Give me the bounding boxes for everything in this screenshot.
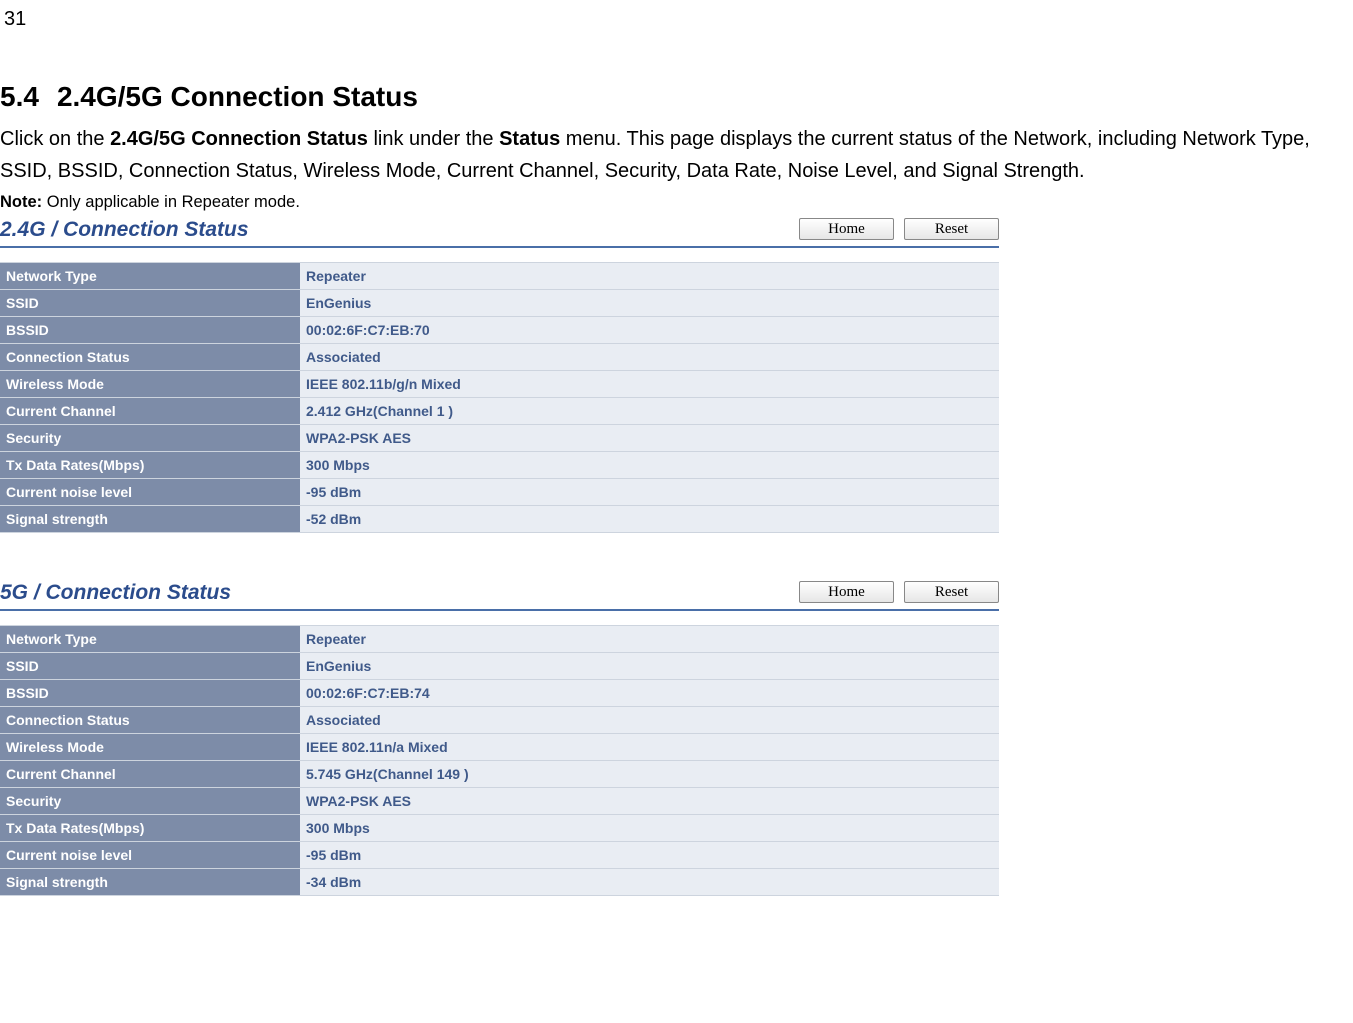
row-key: Current noise level [0,842,300,869]
table-row: Tx Data Rates(Mbps)300 Mbps [0,452,999,479]
table-row: SecurityWPA2-PSK AES [0,788,999,815]
row-key: Network Type [0,263,300,290]
row-val: Repeater [300,626,999,653]
row-val: Repeater [300,263,999,290]
table-row: Current Channel5.745 GHz(Channel 149 ) [0,761,999,788]
section-number: 5.4 [0,81,39,112]
button-group: Home Reset [799,581,999,605]
row-key: Current Channel [0,398,300,425]
row-val: Associated [300,344,999,371]
note-label: Note: [0,193,42,211]
status-table-5g: Network TypeRepeater SSIDEnGenius BSSID0… [0,625,999,896]
table-row: Current Channel2.412 GHz(Channel 1 ) [0,398,999,425]
intro-mid: link under the [368,128,499,150]
row-val: -95 dBm [300,479,999,506]
panel-5g: 5G / Connection Status Home Reset Networ… [0,581,999,896]
table-row: Wireless ModeIEEE 802.11n/a Mixed [0,734,999,761]
reset-button[interactable]: Reset [904,218,999,240]
panel-header: 2.4G / Connection Status Home Reset [0,218,999,246]
row-key: Current Channel [0,761,300,788]
note-text: Only applicable in Repeater mode. [42,193,300,211]
table-row: Signal strength-34 dBm [0,869,999,896]
panel-gap [0,533,1353,577]
home-button[interactable]: Home [799,218,894,240]
button-group: Home Reset [799,218,999,242]
row-val: -95 dBm [300,842,999,869]
table-row: BSSID00:02:6F:C7:EB:74 [0,680,999,707]
page-content: 5.4 2.4G/5G Connection Status Click on th… [0,31,1353,896]
intro-pre: Click on the [0,128,110,150]
row-key: Tx Data Rates(Mbps) [0,452,300,479]
table-row: Tx Data Rates(Mbps)300 Mbps [0,815,999,842]
row-val: 5.745 GHz(Channel 149 ) [300,761,999,788]
row-val: -52 dBm [300,506,999,533]
panel-2-4g: 2.4G / Connection Status Home Reset Netw… [0,218,999,533]
status-table-2-4g: Network TypeRepeater SSIDEnGenius BSSID0… [0,262,999,533]
intro-paragraph: Click on the 2.4G/5G Connection Status l… [0,123,1353,187]
row-key: SSID [0,653,300,680]
table-row: Wireless ModeIEEE 802.11b/g/n Mixed [0,371,999,398]
home-button[interactable]: Home [799,581,894,603]
panel-title: 2.4G / Connection Status [0,218,799,242]
table-row: Signal strength-52 dBm [0,506,999,533]
row-val: EnGenius [300,290,999,317]
panel-title: 5G / Connection Status [0,581,799,605]
row-key: Network Type [0,626,300,653]
row-key: Current noise level [0,479,300,506]
row-val: WPA2-PSK AES [300,425,999,452]
table-row: Connection StatusAssociated [0,344,999,371]
row-key: Wireless Mode [0,734,300,761]
row-val: IEEE 802.11b/g/n Mixed [300,371,999,398]
row-key: Signal strength [0,869,300,896]
note-line: Note: Only applicable in Repeater mode. [0,193,1353,212]
panel-header: 5G / Connection Status Home Reset [0,581,999,609]
row-key: BSSID [0,317,300,344]
row-val: 2.412 GHz(Channel 1 ) [300,398,999,425]
row-val: IEEE 802.11n/a Mixed [300,734,999,761]
table-row: SSIDEnGenius [0,653,999,680]
row-val: Associated [300,707,999,734]
table-row: Current noise level-95 dBm [0,842,999,869]
row-val: -34 dBm [300,869,999,896]
row-val: 300 Mbps [300,452,999,479]
table-row: SSIDEnGenius [0,290,999,317]
row-val: WPA2-PSK AES [300,788,999,815]
section-title: 2.4G/5G Connection Status [57,81,418,112]
table-row: Connection StatusAssociated [0,707,999,734]
panel-rule [0,609,999,611]
row-key: Security [0,788,300,815]
table-row: SecurityWPA2-PSK AES [0,425,999,452]
table-row: Network TypeRepeater [0,626,999,653]
panel-rule [0,246,999,248]
row-key: Connection Status [0,707,300,734]
row-key: Security [0,425,300,452]
table-row: Network TypeRepeater [0,263,999,290]
reset-button[interactable]: Reset [904,581,999,603]
row-key: SSID [0,290,300,317]
row-val: 00:02:6F:C7:EB:70 [300,317,999,344]
table-row: BSSID00:02:6F:C7:EB:70 [0,317,999,344]
table-row: Current noise level-95 dBm [0,479,999,506]
row-key: Connection Status [0,344,300,371]
row-val: EnGenius [300,653,999,680]
intro-bold-1: 2.4G/5G Connection Status [110,128,368,150]
row-val: 300 Mbps [300,815,999,842]
intro-bold-2: Status [499,128,560,150]
row-key: Signal strength [0,506,300,533]
row-key: BSSID [0,680,300,707]
row-key: Tx Data Rates(Mbps) [0,815,300,842]
page-number: 31 [0,0,1353,31]
row-key: Wireless Mode [0,371,300,398]
row-val: 00:02:6F:C7:EB:74 [300,680,999,707]
section-heading: 5.4 2.4G/5G Connection Status [0,81,1353,113]
